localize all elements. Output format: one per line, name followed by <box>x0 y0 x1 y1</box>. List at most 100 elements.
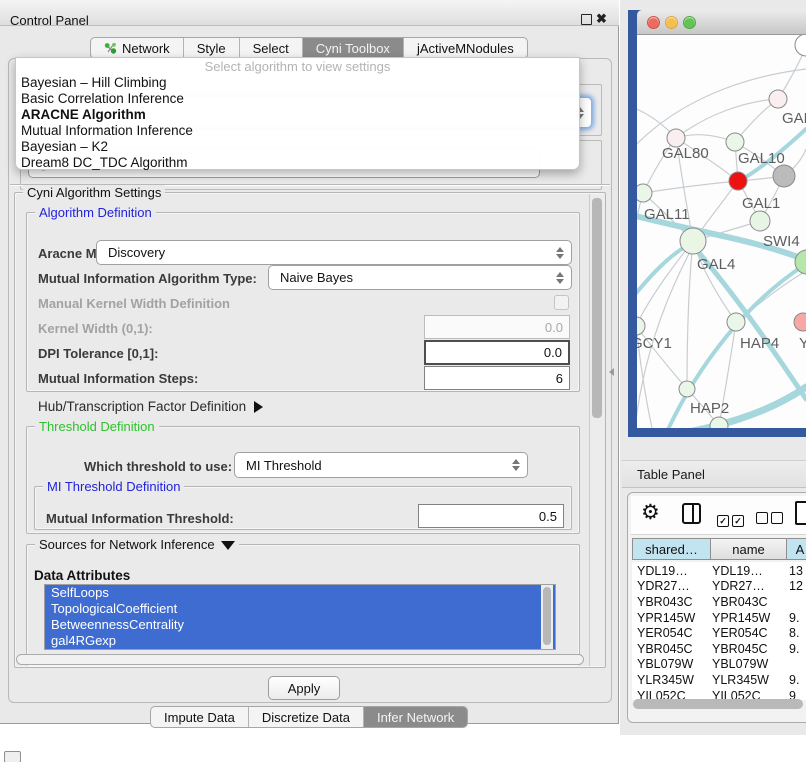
data-attributes-list[interactable]: SelfLoops TopologicalCoefficient Between… <box>44 584 556 650</box>
mi-threshold-field[interactable]: 0.5 <box>418 504 564 528</box>
dropdown-item[interactable]: Basic Correlation Inference <box>16 91 579 107</box>
tab-style-label: Style <box>197 41 226 56</box>
tab-jactivemnodules-label: jActiveMNodules <box>417 41 514 56</box>
minimized-panel-icon[interactable] <box>4 751 21 762</box>
network-node-label: GAL11 <box>644 206 690 223</box>
network-node-label: GAL80 <box>662 145 709 162</box>
new-table-file-icon[interactable] <box>795 501 806 525</box>
control-panel-tabbar: Network Style Select Cyni Toolbox jActiv… <box>90 37 528 59</box>
column-header-third[interactable]: A <box>786 538 806 560</box>
tab-select-label: Select <box>253 41 289 56</box>
list-item[interactable]: gal4RGexp <box>45 633 555 649</box>
tab-discretize-data-label: Discretize Data <box>262 710 350 725</box>
algorithm-dropdown-popup: Select algorithm to view settings Bayesi… <box>15 57 580 170</box>
list-item[interactable]: SelfLoops <box>45 585 555 601</box>
list-item[interactable]: BetweennessCentrality <box>45 617 555 633</box>
table-horizontal-scrollbar[interactable] <box>633 699 803 709</box>
mi-threshold-definition-title: MI Threshold Definition <box>43 479 184 494</box>
network-node[interactable] <box>679 381 695 397</box>
dropdown-item[interactable]: Bayesian – K2 <box>16 139 579 155</box>
column-header-name[interactable]: name <box>710 538 787 560</box>
columns-icon[interactable] <box>682 503 701 524</box>
which-threshold-value: MI Threshold <box>246 458 322 473</box>
combo-stepper-icon <box>555 247 564 259</box>
close-window-icon[interactable]: ✖ <box>596 11 607 27</box>
tab-cyni-toolbox[interactable]: Cyni Toolbox <box>303 38 404 58</box>
dropdown-item[interactable]: Bayesian – Hill Climbing <box>16 75 579 91</box>
data-attributes-label: Data Attributes <box>34 568 130 583</box>
network-node-label: Y <box>799 335 806 352</box>
network-node[interactable] <box>769 90 787 108</box>
manual-kernel-width-checkbox[interactable] <box>554 295 569 310</box>
table-panel-title: Table Panel <box>637 467 705 482</box>
apply-button[interactable]: Apply <box>268 676 340 700</box>
combo-stepper-icon <box>511 459 520 471</box>
network-node[interactable] <box>729 172 747 190</box>
network-node[interactable] <box>750 211 770 231</box>
list-vertical-scrollbar[interactable] <box>541 585 553 649</box>
zoom-traffic-light[interactable] <box>683 16 696 29</box>
tab-discretize-data[interactable]: Discretize Data <box>249 707 364 727</box>
control-panel-titlebar <box>0 0 619 26</box>
dpi-tolerance-field[interactable]: 0.0 <box>424 340 570 365</box>
aracne-mode-combo[interactable]: Discovery <box>96 240 572 265</box>
tab-impute-data[interactable]: Impute Data <box>151 707 249 727</box>
settings-horizontal-scrollbar[interactable] <box>16 654 584 665</box>
network-edge <box>643 181 738 193</box>
select-all-checks-icon[interactable]: ✓✓ <box>717 511 747 529</box>
cyni-algorithm-settings-title: Cyni Algorithm Settings <box>23 185 165 200</box>
network-node-label: GAL1 <box>742 195 780 212</box>
network-node[interactable] <box>773 165 795 187</box>
network-node[interactable] <box>637 317 645 335</box>
dpi-tolerance-value: 0.0 <box>544 345 562 360</box>
network-edge <box>637 69 806 153</box>
dropdown-item-selected[interactable]: ARACNE Algorithm <box>16 107 579 123</box>
hub-tf-definition-label: Hub/Transcription Factor Definition <box>38 399 246 414</box>
tab-select[interactable]: Select <box>240 38 303 58</box>
splitpane-divider-handle[interactable] <box>609 368 614 376</box>
app-screen: Control Panel ✖ Network Style Select Cyn… <box>0 0 806 762</box>
column-header-shared-name[interactable]: shared… <box>632 538 711 560</box>
network-canvas[interactable]: GALGAL80GAL10GAL1GAL11SWI4GAL4GCY1HAP4YH… <box>637 35 806 428</box>
network-node[interactable] <box>680 228 706 254</box>
minimize-traffic-light[interactable] <box>665 16 678 29</box>
float-window-icon[interactable] <box>581 14 592 25</box>
tab-cyni-toolbox-label: Cyni Toolbox <box>316 41 390 56</box>
network-node[interactable] <box>795 35 806 56</box>
manual-kernel-width-label: Manual Kernel Width Definition <box>38 296 230 311</box>
hub-tf-definition-toggle[interactable]: Hub/Transcription Factor Definition <box>38 399 263 414</box>
deselect-all-checks-icon[interactable] <box>756 511 786 529</box>
mi-algorithm-type-combo[interactable]: Naive Bayes <box>268 265 572 290</box>
tab-network-label: Network <box>122 41 170 56</box>
network-node-label: GAL4 <box>697 256 735 273</box>
network-view-window: GALGAL80GAL10GAL1GAL11SWI4GAL4GCY1HAP4YH… <box>628 10 806 437</box>
network-node[interactable] <box>794 313 806 331</box>
which-threshold-combo[interactable]: MI Threshold <box>234 452 528 478</box>
tab-infer-network[interactable]: Infer Network <box>364 707 467 727</box>
gear-icon[interactable]: ⚙ <box>641 500 660 525</box>
column-header-third-label: A <box>796 542 805 557</box>
close-traffic-light[interactable] <box>647 16 660 29</box>
mi-steps-value: 6 <box>556 371 563 386</box>
settings-vertical-scrollbar[interactable] <box>589 194 605 666</box>
tab-infer-network-label: Infer Network <box>377 710 454 725</box>
kernel-width-value: 0.0 <box>545 320 563 335</box>
combo-stepper-icon <box>555 272 564 284</box>
which-threshold-label: Which threshold to use: <box>84 459 232 474</box>
apply-button-label: Apply <box>288 681 321 696</box>
mi-steps-field[interactable]: 6 <box>424 366 570 390</box>
dropdown-prompt: Select algorithm to view settings <box>16 59 579 75</box>
table-body: YDL19…YDL19…13 YDR27…YDR27…12 YBR043CYBR… <box>632 562 806 700</box>
mi-algorithm-type-label: Mutual Information Algorithm Type: <box>38 271 257 286</box>
network-node[interactable] <box>637 184 652 202</box>
network-edge-highlighted <box>637 244 690 303</box>
network-node[interactable] <box>727 313 745 331</box>
tab-network[interactable]: Network <box>91 38 184 58</box>
dropdown-item[interactable]: Mutual Information Inference <box>16 123 579 139</box>
dropdown-item[interactable]: Dream8 DC_TDC Algorithm <box>16 155 579 171</box>
list-item[interactable]: TopologicalCoefficient <box>45 601 555 617</box>
tab-style[interactable]: Style <box>184 38 240 58</box>
dpi-tolerance-label: DPI Tolerance [0,1]: <box>38 346 158 361</box>
network-node[interactable] <box>726 133 744 151</box>
tab-jactivemnodules[interactable]: jActiveMNodules <box>404 38 527 58</box>
